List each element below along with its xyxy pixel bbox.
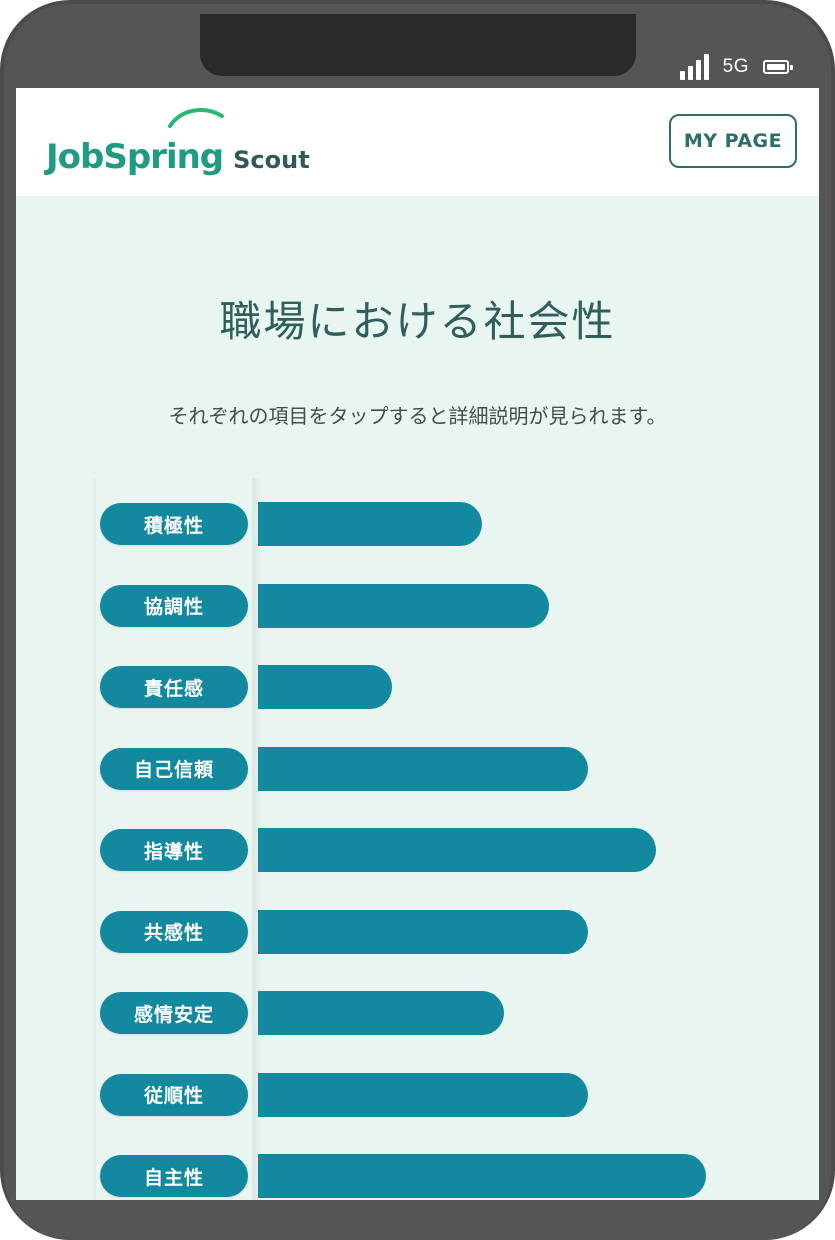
trait-bar[interactable] [258, 746, 588, 791]
trait-row[interactable]: 感情安定 [16, 991, 819, 1035]
trait-label[interactable]: 積極性 [100, 503, 248, 545]
battery-icon [763, 60, 793, 74]
trait-row[interactable]: 自主性 [16, 1154, 819, 1198]
trait-bar-chart: 積極性協調性責任感自己信頼指導性共感性感情安定従順性自主性 [16, 478, 819, 1200]
trait-label[interactable]: 共感性 [100, 910, 248, 953]
trait-bar[interactable] [258, 665, 392, 709]
page-subtitle: それぞれの項目をタップすると詳細説明が見られます。 [168, 404, 667, 428]
trait-label[interactable]: 自己信頼 [100, 747, 248, 790]
trait-label[interactable]: 自主性 [100, 1155, 248, 1197]
my-page-button[interactable]: MY PAGE [669, 114, 797, 168]
trait-label[interactable]: 感情安定 [100, 992, 248, 1034]
trait-label[interactable]: 指導性 [100, 829, 248, 871]
trait-bar[interactable] [258, 1154, 706, 1198]
trait-bar[interactable] [258, 583, 549, 628]
phone-notch [200, 14, 636, 76]
app-header: JobSpring Scout MY PAGE [16, 88, 819, 196]
app-screen: JobSpring Scout MY PAGE 職場における社会性 それぞれの項… [16, 88, 819, 1200]
trait-label[interactable]: 従順性 [100, 1073, 248, 1116]
trait-row[interactable]: 責任感 [16, 665, 819, 709]
logo-main-text: JobSpring [46, 137, 224, 177]
status-bar: 5G [679, 52, 793, 82]
trait-bar[interactable] [258, 991, 504, 1035]
trait-label[interactable]: 協調性 [100, 584, 248, 627]
trait-row[interactable]: 従順性 [16, 1072, 819, 1117]
jobspring-logo[interactable]: JobSpring Scout [46, 108, 310, 177]
logo-arc-icon [168, 108, 224, 128]
page-title: 職場における社会性 [219, 297, 616, 346]
trait-row[interactable]: 協調性 [16, 583, 819, 628]
trait-bar[interactable] [258, 1072, 588, 1117]
trait-bar[interactable] [258, 909, 588, 954]
trait-row[interactable]: 指導性 [16, 828, 819, 872]
network-label: 5G [722, 56, 749, 77]
trait-bar[interactable] [258, 828, 656, 872]
trait-row[interactable]: 積極性 [16, 502, 819, 546]
trait-row[interactable]: 共感性 [16, 909, 819, 954]
signal-icon [679, 54, 709, 80]
logo-sub-text: Scout [233, 146, 310, 174]
trait-row[interactable]: 自己信頼 [16, 746, 819, 791]
trait-bar[interactable] [258, 502, 482, 546]
trait-label[interactable]: 責任感 [100, 666, 248, 708]
